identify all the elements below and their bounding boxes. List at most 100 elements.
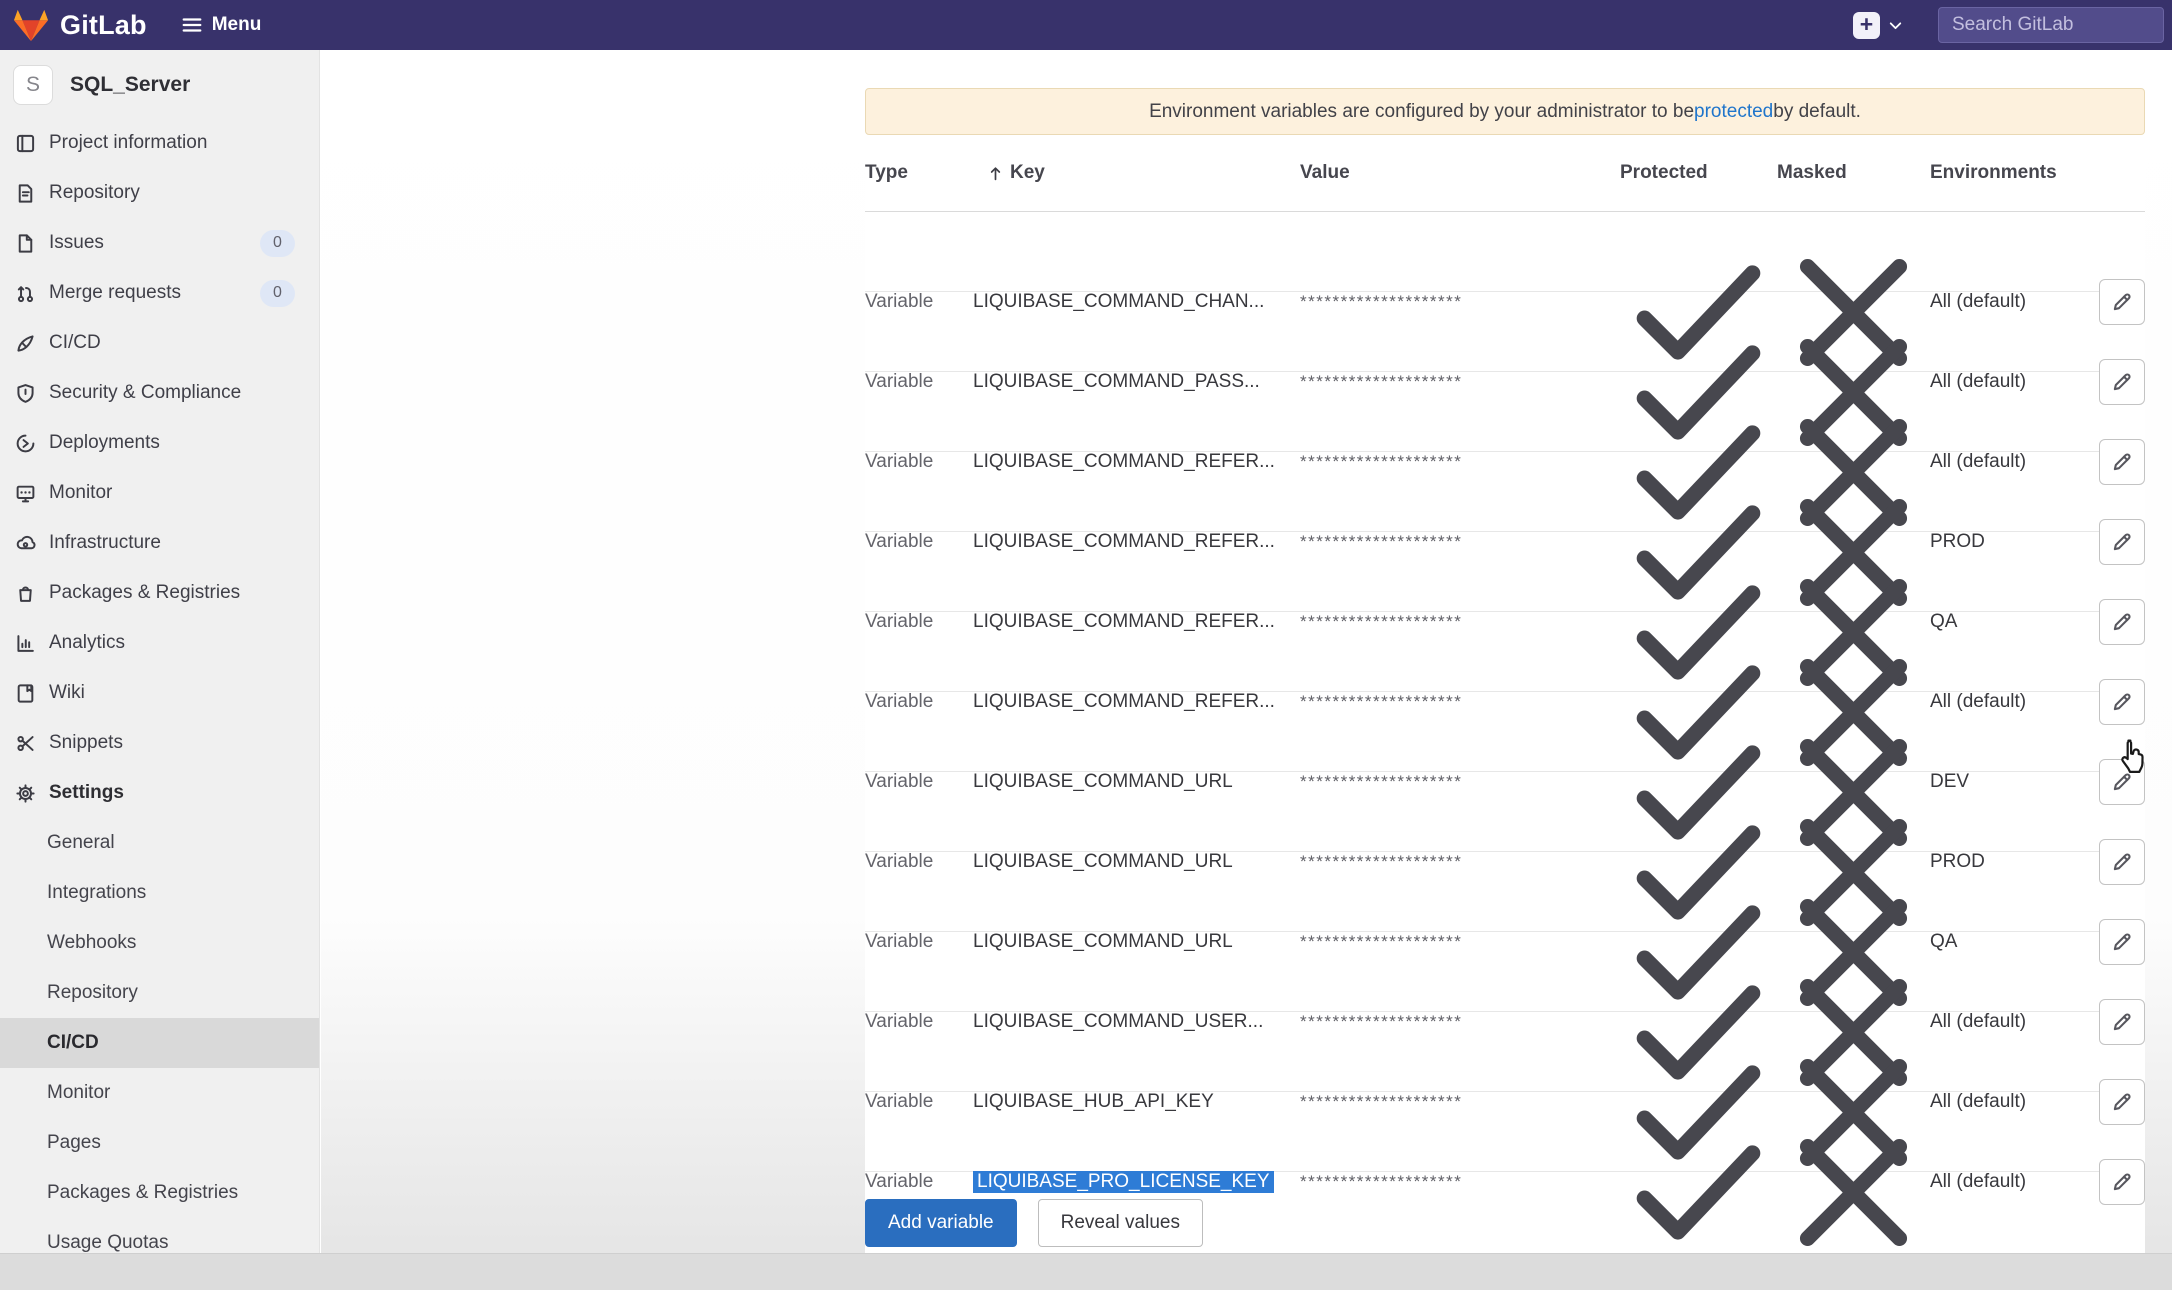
search-input[interactable] xyxy=(1938,7,2164,43)
gear-icon xyxy=(15,783,36,804)
settings-submenu-item-general[interactable]: General xyxy=(0,818,319,868)
variable-key: LIQUIBASE_COMMAND_URL xyxy=(973,931,1233,952)
plus-icon: + xyxy=(1853,12,1880,39)
pencil-icon xyxy=(2111,531,2133,553)
settings-submenu-item-integrations[interactable]: Integrations xyxy=(0,868,319,918)
sidebar-item-deployments[interactable]: Deployments xyxy=(0,418,319,468)
sidebar-item-packages-registries[interactable]: Packages & Registries xyxy=(0,568,319,618)
pencil-icon xyxy=(2111,771,2133,793)
masked-value: ******************** xyxy=(1300,1012,1620,1032)
edit-variable-button[interactable] xyxy=(2099,919,2145,965)
environment-scope: All (default) xyxy=(1930,371,2090,393)
variable-key: LIQUIBASE_COMMAND_CHAN... xyxy=(973,291,1264,312)
bottom-band xyxy=(0,1253,2172,1290)
edit-variable-button[interactable] xyxy=(2099,1159,2145,1205)
admin-banner: Environment variables are configured by … xyxy=(865,88,2145,135)
sidebar-item-settings[interactable]: Settings xyxy=(0,768,319,818)
issues-icon xyxy=(15,233,36,254)
sidebar-item-issues[interactable]: Issues 0 xyxy=(0,218,319,268)
masked-value: ******************** xyxy=(1300,612,1620,632)
settings-submenu-item-webhooks[interactable]: Webhooks xyxy=(0,918,319,968)
add-variable-button[interactable]: Add variable xyxy=(865,1199,1017,1247)
project-avatar: S xyxy=(13,65,53,105)
edit-variable-button[interactable] xyxy=(2099,1079,2145,1125)
col-header-masked: Masked xyxy=(1777,162,1930,184)
gitlab-home-link[interactable]: GitLab xyxy=(12,7,147,43)
protected-link[interactable]: protected xyxy=(1694,101,1773,123)
environment-scope: All (default) xyxy=(1930,691,2090,713)
variables-table: Type Key Value Protected Masked Environm… xyxy=(865,135,2145,1172)
settings-submenu-item-repository[interactable]: Repository xyxy=(0,968,319,1018)
settings-submenu-item-ci-cd[interactable]: CI/CD xyxy=(0,1018,319,1068)
edit-variable-button[interactable] xyxy=(2099,519,2145,565)
variable-key: LIQUIBASE_COMMAND_REFER... xyxy=(973,531,1275,552)
pencil-icon xyxy=(2111,851,2133,873)
edit-variable-button[interactable] xyxy=(2099,839,2145,885)
settings-submenu-item-monitor[interactable]: Monitor xyxy=(0,1068,319,1118)
settings-submenu-item-pages[interactable]: Pages xyxy=(0,1118,319,1168)
edit-variable-button[interactable] xyxy=(2099,599,2145,645)
edit-variable-button[interactable] xyxy=(2099,439,2145,485)
count-badge: 0 xyxy=(260,280,295,307)
new-dropdown[interactable]: + xyxy=(1853,12,1904,39)
masked-value: ******************** xyxy=(1300,1172,1620,1192)
masked-value: ******************** xyxy=(1300,772,1620,792)
sidebar-item-analytics[interactable]: Analytics xyxy=(0,618,319,668)
rocket-icon xyxy=(15,333,36,354)
edit-variable-button[interactable] xyxy=(2099,999,2145,1045)
pencil-icon xyxy=(2111,1171,2133,1193)
masked-value: ******************** xyxy=(1300,292,1620,312)
sidebar: S SQL_Server Project information Reposit… xyxy=(0,50,320,1290)
sidebar-item-monitor[interactable]: Monitor xyxy=(0,468,319,518)
menu-button[interactable]: Menu xyxy=(181,14,262,36)
main-content: Environment variables are configured by … xyxy=(865,50,2145,1253)
reveal-values-button[interactable]: Reveal values xyxy=(1038,1199,1203,1247)
environment-scope: All (default) xyxy=(1930,1011,2090,1033)
merge-request-icon xyxy=(15,283,36,304)
masked-value: ******************** xyxy=(1300,452,1620,472)
hamburger-icon xyxy=(181,14,203,36)
pencil-icon xyxy=(2111,1011,2133,1033)
edit-variable-button[interactable] xyxy=(2099,679,2145,725)
gitlab-tanuki-icon xyxy=(12,7,50,43)
table-body: Variable LIQUIBASE_COMMAND_CHAN... *****… xyxy=(865,212,2145,1172)
edit-variable-button[interactable] xyxy=(2099,359,2145,405)
banner-text: Environment variables are configured by … xyxy=(1149,101,1694,123)
sidebar-item-repository[interactable]: Repository xyxy=(0,168,319,218)
col-header-value: Value xyxy=(1300,162,1620,184)
monitor-icon xyxy=(15,483,36,504)
environment-scope: PROD xyxy=(1930,531,2090,553)
sidebar-item-wiki[interactable]: Wiki xyxy=(0,668,319,718)
navbar-right: + xyxy=(1853,7,2172,43)
sidebar-item-snippets[interactable]: Snippets xyxy=(0,718,319,768)
col-header-key[interactable]: Key xyxy=(973,162,1300,184)
project-information-icon xyxy=(15,133,36,154)
sidebar-item-ci-cd[interactable]: CI/CD xyxy=(0,318,319,368)
variable-key: LIQUIBASE_COMMAND_PASS... xyxy=(973,371,1260,392)
menu-label: Menu xyxy=(212,14,262,36)
top-navbar: GitLab Menu + xyxy=(0,0,2172,50)
settings-submenu: General Integrations Webhooks Repository… xyxy=(0,818,319,1268)
edit-variable-button[interactable] xyxy=(2099,279,2145,325)
variable-key: LIQUIBASE_COMMAND_REFER... xyxy=(973,611,1275,632)
settings-submenu-item-packages-registries[interactable]: Packages & Registries xyxy=(0,1168,319,1218)
variable-key: LIQUIBASE_COMMAND_URL xyxy=(973,851,1233,872)
sidebar-item-merge-requests[interactable]: Merge requests 0 xyxy=(0,268,319,318)
project-header[interactable]: S SQL_Server xyxy=(0,50,319,118)
environment-scope: All (default) xyxy=(1930,1171,2090,1193)
pencil-icon xyxy=(2111,451,2133,473)
environment-scope: DEV xyxy=(1930,771,2090,793)
package-icon xyxy=(15,583,36,604)
project-name: SQL_Server xyxy=(70,73,190,97)
masked-value: ******************** xyxy=(1300,372,1620,392)
snippets-icon xyxy=(15,733,36,754)
pencil-icon xyxy=(2111,291,2133,313)
sidebar-item-security-compliance[interactable]: Security & Compliance xyxy=(0,368,319,418)
pencil-icon xyxy=(2111,611,2133,633)
sidebar-item-infrastructure[interactable]: Infrastructure xyxy=(0,518,319,568)
sidebar-item-project-information[interactable]: Project information xyxy=(0,118,319,168)
not-masked-x-icon xyxy=(1777,1116,1930,1269)
edit-variable-button[interactable] xyxy=(2099,759,2145,805)
variable-key: LIQUIBASE_COMMAND_REFER... xyxy=(973,691,1275,712)
masked-value: ******************** xyxy=(1300,1092,1620,1112)
